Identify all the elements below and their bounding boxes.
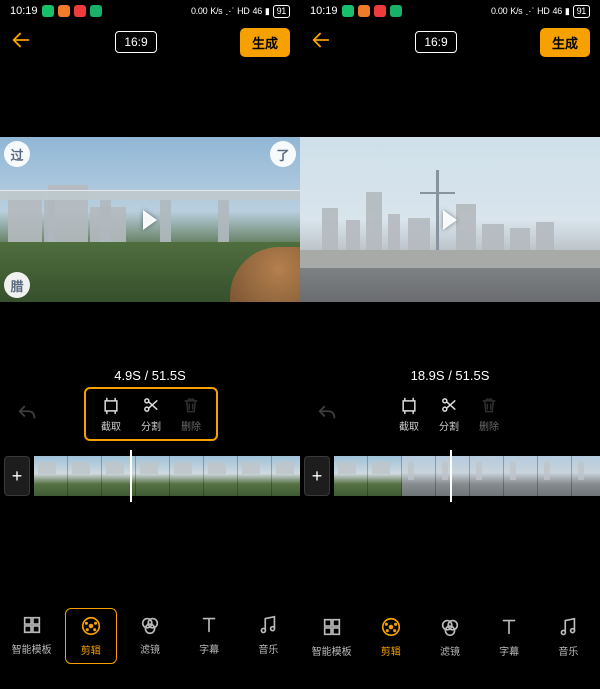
play-icon[interactable] xyxy=(443,210,457,230)
battery-indicator: 91 xyxy=(273,5,290,18)
tab-filter[interactable]: 滤镜 xyxy=(424,610,476,664)
bottom-tab-bar: 智能模板 剪辑 滤镜 字幕 音乐 xyxy=(0,604,300,668)
status-dot-icon xyxy=(42,5,54,17)
tab-edit[interactable]: 剪辑 xyxy=(65,608,117,664)
generate-button[interactable]: 生成 xyxy=(540,28,590,57)
tab-filter[interactable]: 滤镜 xyxy=(124,608,176,664)
tab-music[interactable]: 音乐 xyxy=(542,610,594,664)
status-dot-icon xyxy=(90,5,102,17)
add-clip-button[interactable]: + xyxy=(4,456,30,496)
status-dot-icon xyxy=(390,5,402,17)
right-screenshot: 10:19 0.00 K/s ⋰ HD 46 ▮ 91 16:9 生成 18.9 xyxy=(300,0,600,686)
playhead-time: 18.9S / 51.5S xyxy=(300,368,600,386)
android-navbar: ≡ ▢ ◁ xyxy=(300,672,600,686)
edit-cluster: 截取 分割 删除 xyxy=(384,389,514,439)
video-preview[interactable]: 过 了 腊 xyxy=(0,137,300,302)
aspect-ratio-chip[interactable]: 16:9 xyxy=(415,31,456,53)
signal-gen: 46 xyxy=(253,6,262,16)
status-dot-icon xyxy=(74,5,86,17)
wifi-icon: ⋰ xyxy=(225,6,234,17)
timeline-frames[interactable] xyxy=(34,456,300,496)
back-button[interactable] xyxy=(310,29,332,56)
tab-template[interactable]: 智能模板 xyxy=(6,608,58,664)
net-speed: 0.00 xyxy=(491,6,507,16)
android-navbar: ≡ ▢ ◁ xyxy=(0,672,300,686)
hd-indicator: HD xyxy=(237,6,249,16)
delete-tool[interactable]: 删除 xyxy=(174,395,208,433)
undo-button[interactable] xyxy=(16,403,70,425)
tab-subtitle[interactable]: 字幕 xyxy=(183,608,235,664)
tab-music[interactable]: 音乐 xyxy=(242,608,294,664)
tab-template[interactable]: 智能模板 xyxy=(306,610,358,664)
back-button[interactable] xyxy=(10,29,32,56)
preview-badge: 腊 xyxy=(4,272,30,298)
preview-badge: 过 xyxy=(4,141,30,167)
status-dot-icon xyxy=(374,5,386,17)
delete-tool[interactable]: 删除 xyxy=(472,395,506,433)
preview-badge: 了 xyxy=(270,141,296,167)
signal-gen: 46 xyxy=(553,6,562,16)
recents-icon[interactable]: ≡ xyxy=(344,670,353,688)
net-unit: K/s xyxy=(510,6,522,16)
status-dot-icon xyxy=(58,5,70,17)
aspect-ratio-chip[interactable]: 16:9 xyxy=(115,31,156,53)
generate-button[interactable]: 生成 xyxy=(240,28,290,57)
crop-tool[interactable]: 截取 xyxy=(392,395,426,433)
back-icon[interactable]: ◁ xyxy=(544,669,556,689)
crop-tool[interactable]: 截取 xyxy=(94,395,128,433)
split-tool[interactable]: 分割 xyxy=(432,395,466,433)
top-toolbar: 16:9 生成 xyxy=(300,22,600,62)
net-unit: K/s xyxy=(210,6,222,16)
playhead-time: 4.9S / 51.5S xyxy=(0,368,300,386)
playhead-cursor[interactable] xyxy=(450,450,452,502)
timeline[interactable]: + xyxy=(300,448,600,504)
signal-icon: ▮ xyxy=(565,6,570,17)
back-icon[interactable]: ◁ xyxy=(244,669,256,689)
status-bar: 10:19 0.00 K/s ⋰ HD 46 ▮ 91 xyxy=(0,0,300,22)
signal-icon: ▮ xyxy=(265,6,270,17)
top-toolbar: 16:9 生成 xyxy=(0,22,300,62)
play-icon[interactable] xyxy=(143,210,157,230)
undo-button[interactable] xyxy=(316,403,370,425)
timeline[interactable]: + xyxy=(0,448,300,504)
bottom-tab-bar: 智能模板 剪辑 滤镜 字幕 音乐 xyxy=(300,606,600,668)
tab-edit[interactable]: 剪辑 xyxy=(365,610,417,664)
wifi-icon: ⋰ xyxy=(525,6,534,17)
clock: 10:19 xyxy=(10,5,38,17)
home-icon[interactable]: ▢ xyxy=(141,669,156,689)
net-speed: 0.00 xyxy=(191,6,207,16)
timeline-frames[interactable] xyxy=(334,456,600,496)
split-tool[interactable]: 分割 xyxy=(134,395,168,433)
video-preview[interactable] xyxy=(300,137,600,302)
edit-cluster-selected: 截取 分割 删除 xyxy=(84,387,218,441)
status-bar: 10:19 0.00 K/s ⋰ HD 46 ▮ 91 xyxy=(300,0,600,22)
recents-icon[interactable]: ≡ xyxy=(44,670,53,688)
status-dot-icon xyxy=(342,5,354,17)
home-icon[interactable]: ▢ xyxy=(441,669,456,689)
playhead-cursor[interactable] xyxy=(130,450,132,502)
hd-indicator: HD xyxy=(537,6,549,16)
battery-indicator: 91 xyxy=(573,5,590,18)
clock: 10:19 xyxy=(310,5,338,17)
status-dot-icon xyxy=(358,5,370,17)
edit-tools-row: 截取 分割 删除 xyxy=(300,386,600,442)
edit-tools-row: 截取 分割 删除 xyxy=(0,386,300,442)
tab-subtitle[interactable]: 字幕 xyxy=(483,610,535,664)
add-clip-button[interactable]: + xyxy=(304,456,330,496)
left-screenshot: 10:19 0.00 K/s ⋰ HD 46 ▮ 91 16:9 生成 过 了 … xyxy=(0,0,300,686)
